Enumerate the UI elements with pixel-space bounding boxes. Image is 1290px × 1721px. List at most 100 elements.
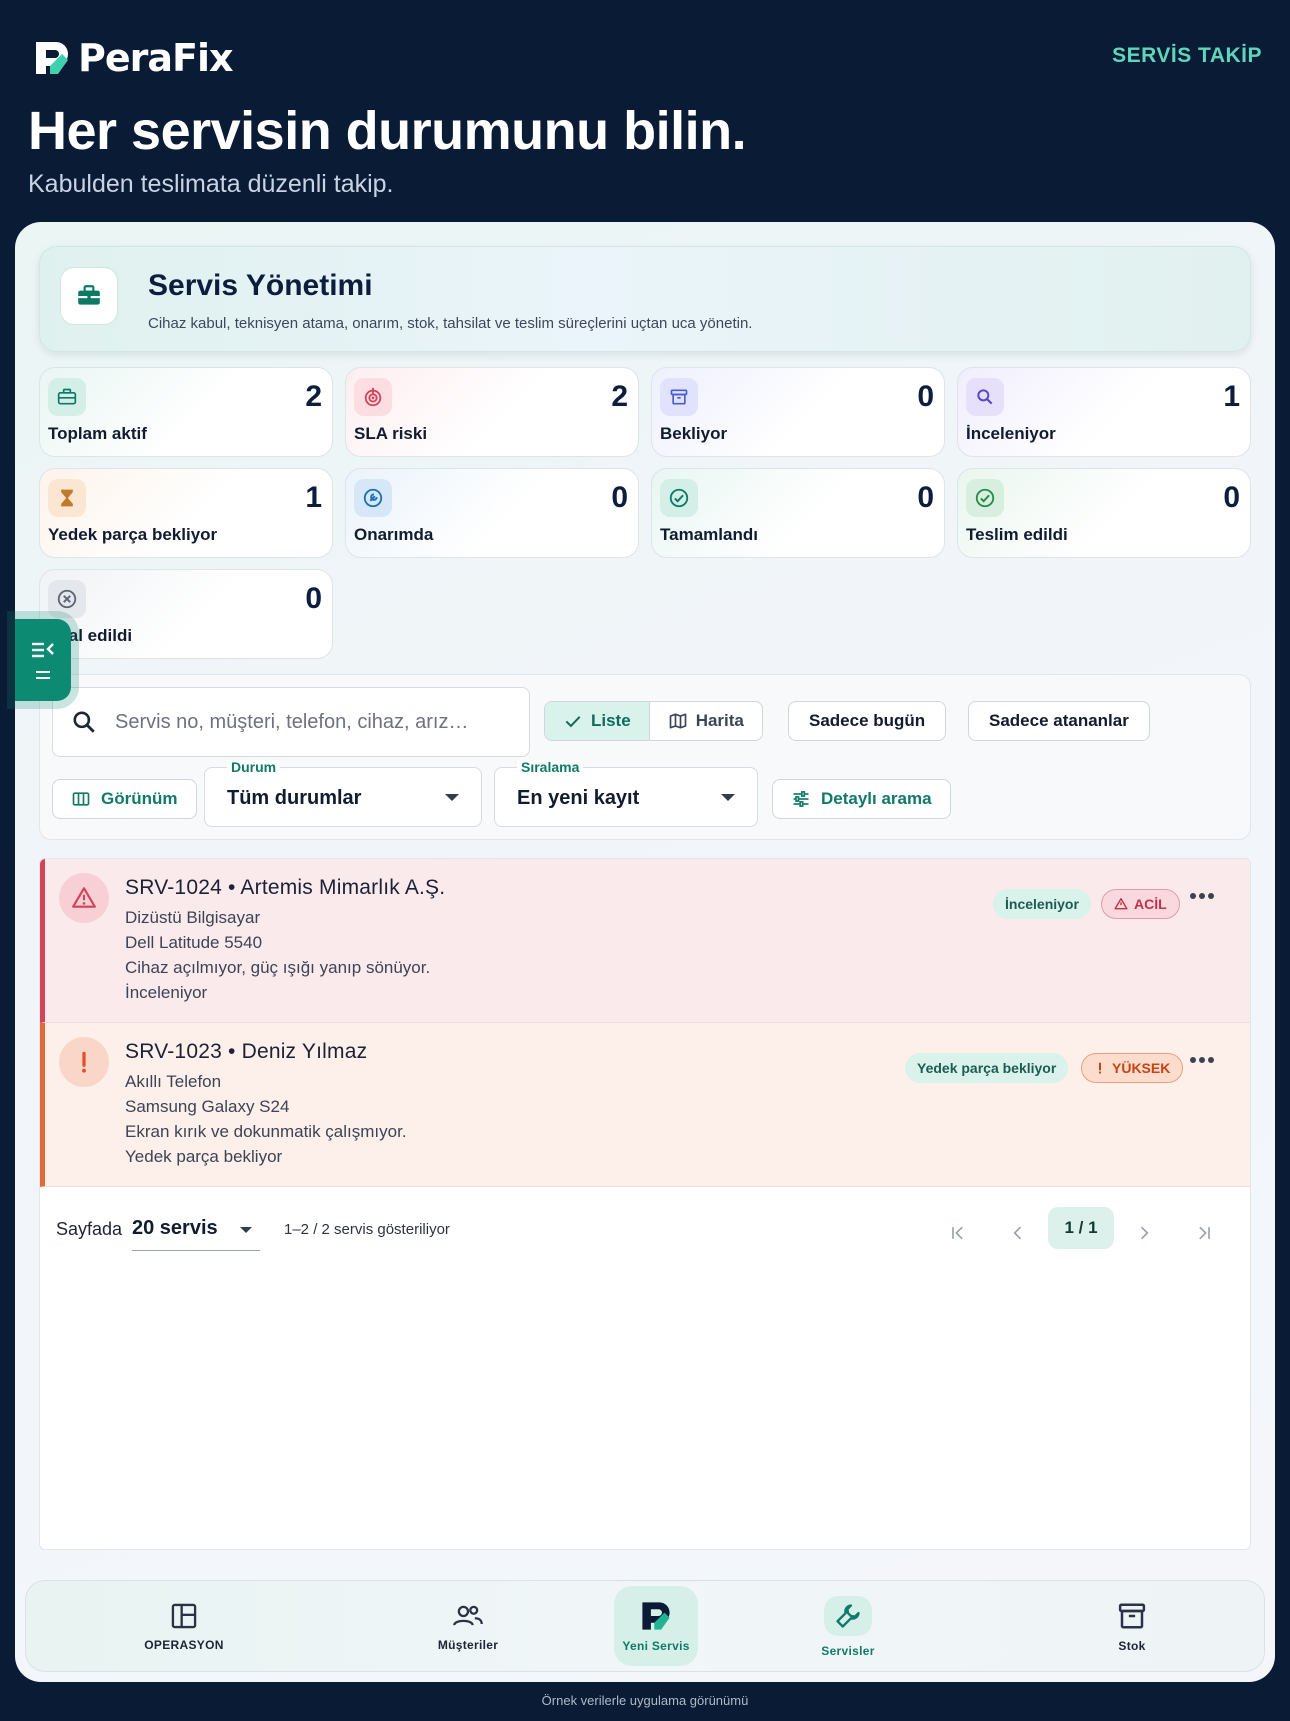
stat-label: Toplam aktif — [48, 424, 147, 443]
menu-icon — [36, 671, 50, 679]
columns-label: Görünüm — [101, 789, 178, 808]
drawer-toggle-button[interactable] — [15, 619, 71, 701]
columns-button[interactable]: Görünüm — [52, 779, 197, 819]
filter-panel: Liste Harita Sadece bugün Sadece atananl… — [39, 674, 1251, 840]
perafix-logo-icon — [36, 42, 68, 74]
nav-new-service[interactable]: Yeni Servis — [614, 1586, 698, 1666]
stat-total-active[interactable]: 2 Toplam aktif — [39, 367, 333, 457]
nav-new-service-label: Yeni Servis — [622, 1639, 690, 1653]
stat-label: Bekliyor — [660, 424, 728, 443]
nav-operations[interactable]: OPERASYON — [104, 1581, 264, 1673]
view-list-label: Liste — [591, 711, 631, 730]
hero-subtitle: Kabulden teslimata düzenli takip. — [28, 170, 394, 198]
sort-select-value: En yeni kayıt — [517, 787, 640, 809]
priority-badge: ACİL — [1101, 889, 1180, 919]
perafix-logo-icon — [642, 1602, 670, 1630]
stat-reviewing[interactable]: 1 İnceleniyor — [957, 367, 1251, 457]
stat-value: 0 — [917, 481, 934, 514]
view-list-button[interactable]: Liste — [545, 702, 650, 740]
service-status: Yedek parça bekliyor — [125, 1147, 283, 1166]
search-icon — [53, 709, 115, 735]
nav-stock-label: Stok — [1118, 1639, 1146, 1653]
check-icon — [565, 716, 581, 728]
stat-completed[interactable]: 0 Tamamlandı — [651, 468, 945, 558]
stat-delivered[interactable]: 0 Teslim edildi — [957, 468, 1251, 558]
per-page-value: 20 servis — [132, 1217, 218, 1239]
first-page-icon[interactable] — [940, 1215, 976, 1251]
banner-title: Servis Yönetimi — [148, 269, 373, 302]
footer-note: Örnek verilerle uygulama görünümü — [541, 1693, 749, 1708]
status-select[interactable]: Durum Tüm durumlar — [204, 760, 482, 827]
cancel-circle-icon — [48, 580, 86, 618]
priority-label: YÜKSEK — [1112, 1060, 1171, 1076]
brand: PeraFix — [32, 36, 233, 80]
stat-value: 0 — [611, 481, 628, 514]
stat-value: 0 — [305, 582, 322, 615]
archive-icon — [660, 378, 698, 416]
briefcase-icon — [60, 267, 118, 325]
stat-waiting-parts[interactable]: 1 Yedek parça bekliyor — [39, 468, 333, 558]
search-icon — [966, 378, 1004, 416]
sort-select-label: Sıralama — [517, 760, 584, 774]
more-options-icon[interactable] — [1190, 893, 1214, 899]
only-assigned-button[interactable]: Sadece atananlar — [968, 701, 1150, 741]
caret-down-icon — [240, 1227, 252, 1233]
stat-label: Onarımda — [354, 525, 434, 544]
wrench-icon — [354, 479, 392, 517]
nav-customers-label: Müşteriler — [437, 1638, 499, 1652]
brand-name: PeraFix — [78, 36, 233, 80]
stat-label: Tamamlandı — [660, 525, 758, 544]
stat-label: İnceleniyor — [966, 424, 1056, 443]
sort-select[interactable]: Sıralama En yeni kayıt — [494, 760, 758, 827]
caret-down-icon — [721, 794, 735, 801]
stat-value: 2 — [611, 380, 628, 413]
nav-stock[interactable]: Stok — [1052, 1581, 1212, 1673]
nav-services[interactable]: Servisler — [768, 1581, 928, 1673]
search-input[interactable] — [115, 710, 505, 734]
priority-badge: YÜKSEK — [1081, 1053, 1184, 1083]
hero-title: Her servisin durumunu bilin. — [28, 101, 747, 161]
service-management-banner: Servis Yönetimi Cihaz kabul, teknisyen a… — [39, 246, 1251, 352]
stat-value: 0 — [1223, 481, 1240, 514]
service-row[interactable]: SRV-1023 • Deniz Yılmaz Akıllı Telefon S… — [40, 1023, 1250, 1187]
exclamation-icon — [59, 1037, 109, 1087]
hourglass-icon — [48, 479, 86, 517]
view-toggle: Liste Harita — [544, 701, 763, 741]
service-issue: Cihaz açılmıyor, güç ışığı yanıp sönüyor… — [125, 958, 431, 977]
stat-cancelled[interactable]: 0 İptal edildi — [39, 569, 333, 659]
stat-value: 1 — [1223, 380, 1240, 413]
service-issue: Ekran kırık ve dokunmatik çalışmıyor. — [125, 1122, 407, 1141]
last-page-icon[interactable] — [1186, 1215, 1222, 1251]
current-page: 1 / 1 — [1048, 1207, 1114, 1249]
advanced-search-button[interactable]: Detaylı arama — [772, 779, 951, 819]
service-device: Akıllı Telefon — [125, 1072, 222, 1091]
stat-sla-risk[interactable]: 2 SLA riski — [345, 367, 639, 457]
more-options-icon[interactable] — [1190, 1057, 1214, 1063]
service-model: Dell Latitude 5540 — [125, 933, 263, 952]
next-page-icon[interactable] — [1126, 1215, 1162, 1251]
exclamation-icon — [1098, 1062, 1102, 1074]
only-today-button[interactable]: Sadece bugün — [788, 701, 947, 741]
stat-label: Yedek parça bekliyor — [48, 525, 218, 544]
prev-page-icon[interactable] — [1000, 1215, 1036, 1251]
header-tag[interactable]: SERVİS TAKİP — [1112, 44, 1262, 68]
check-circle-icon — [966, 479, 1004, 517]
check-circle-icon — [660, 479, 698, 517]
priority-label: ACİL — [1134, 896, 1167, 912]
stat-in-repair[interactable]: 0 Onarımda — [345, 468, 639, 558]
service-list: SRV-1024 • Artemis Mimarlık A.Ş. Dizüstü… — [39, 858, 1251, 1550]
map-icon — [669, 713, 687, 729]
pager-count: 1–2 / 2 servis gösteriliyor — [284, 1221, 450, 1238]
nav-operations-label: OPERASYON — [144, 1638, 224, 1652]
nav-customers[interactable]: Müşteriler — [388, 1581, 548, 1673]
view-map-button[interactable]: Harita — [650, 702, 762, 740]
service-title: SRV-1023 • Deniz Yılmaz — [125, 1040, 368, 1063]
status-select-value: Tüm durumlar — [227, 787, 362, 809]
service-status: İnceleniyor — [125, 983, 208, 1002]
users-icon — [453, 1605, 483, 1626]
service-row[interactable]: SRV-1024 • Artemis Mimarlık A.Ş. Dizüstü… — [40, 859, 1250, 1023]
per-page-select[interactable]: 20 servis — [132, 1213, 260, 1251]
stat-waiting[interactable]: 0 Bekliyor — [651, 367, 945, 457]
search-box[interactable] — [52, 687, 530, 757]
bottom-nav: OPERASYON Müşteriler Yeni Servis Servisl… — [25, 1580, 1265, 1672]
